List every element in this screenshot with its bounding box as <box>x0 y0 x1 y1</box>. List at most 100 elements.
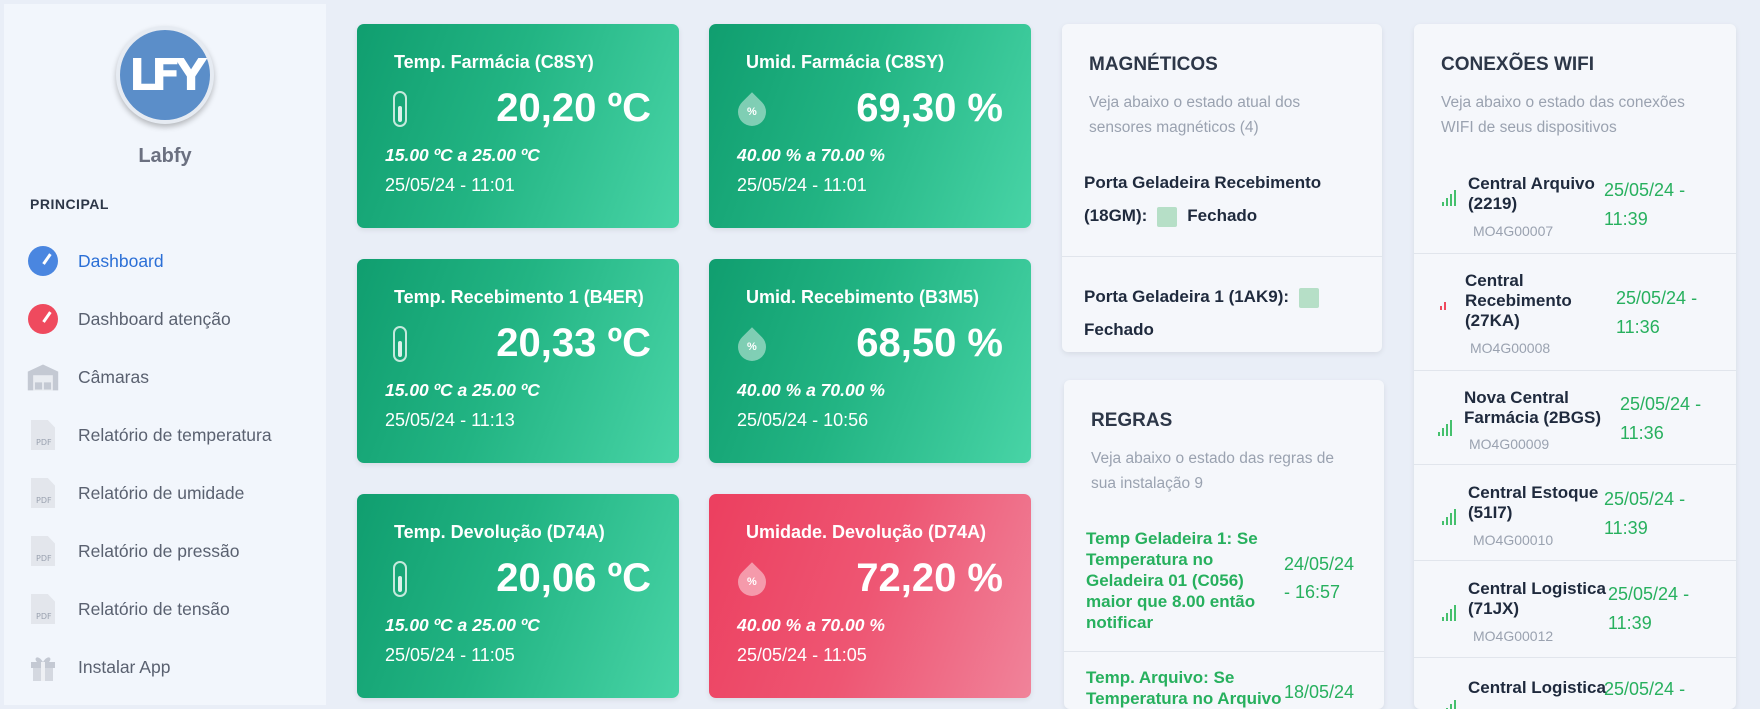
regras-panel: REGRAS Veja abaixo o estado das regras d… <box>1064 380 1384 709</box>
rule-date-line: - 16:57 <box>1284 582 1341 602</box>
card-timestamp: 25/05/24 - 11:13 <box>385 410 515 430</box>
gift-icon <box>26 650 60 684</box>
logo-text: LFY <box>129 49 207 101</box>
panel-subtitle: WIFI de seus dispositivos <box>1441 119 1617 136</box>
wifi-device-name[interactable]: Central Logistica (71JX) <box>1468 579 1606 619</box>
panel-subtitle: sensores magnéticos (4) <box>1089 119 1259 136</box>
gauge-blue-icon <box>26 244 60 278</box>
wifi-last-seen: 25/05/24 - 11:39 <box>1604 176 1685 234</box>
panel-subtitle: sua instalação 9 <box>1091 475 1204 492</box>
sidebar-item-relatorio-temperatura[interactable]: Relatório de temperatura <box>26 415 316 455</box>
card-range: 15.00 ºC a 25.00 ºC <box>385 145 540 165</box>
pdf-icon <box>26 534 60 568</box>
wifi-device-name[interactable]: Nova Central Farmácia (2BGS) <box>1464 388 1601 428</box>
wifi-date-line: 11:39 <box>1604 518 1648 538</box>
wifi-date-line: 11:39 <box>1608 613 1652 633</box>
wifi-device-id: MO4G00009 <box>1469 436 1550 452</box>
sidebar-item-camaras[interactable]: Câmaras <box>26 357 316 397</box>
sensor-card[interactable]: Temp. Farmácia (C8SY) 20,20 ºC 15.00 ºC … <box>357 24 679 228</box>
card-range: 15.00 ºC a 25.00 ºC <box>385 380 540 400</box>
card-title: Umid. Recebimento (B3M5) <box>746 287 980 307</box>
sidebar-item-dashboard[interactable]: Dashboard <box>26 241 316 281</box>
humidity-drop-icon: % <box>732 323 772 367</box>
card-value: 68,50 % <box>856 321 1003 365</box>
thermometer-icon <box>385 323 415 365</box>
door-icon <box>1157 206 1178 227</box>
wifi-panel: CONEXÕES WIFI Veja abaixo o estado das c… <box>1414 24 1736 709</box>
wifi-date-line: 11:39 <box>1604 209 1648 229</box>
card-range: 15.00 ºC a 25.00 ºC <box>385 615 540 635</box>
sidebar-item-relatorio-umidade[interactable]: Relatório de umidade <box>26 473 316 513</box>
wifi-device-name[interactable]: Central Recebimento (27KA) <box>1465 271 1572 331</box>
panel-subtitle: Veja abaixo o estado das conexões <box>1441 94 1685 111</box>
rule-item[interactable]: Temp. Arquivo: Se Temperatura no Arquivo <box>1086 667 1282 709</box>
rule-text-line: Temp. Arquivo: Se <box>1086 668 1235 687</box>
sidebar-item-dashboard-atencao[interactable]: Dashboard atenção <box>26 299 316 339</box>
wifi-date-line: 25/05/24 - <box>1620 394 1702 414</box>
sensor-card[interactable]: Umid. Farmácia (C8SY) % 69,30 % 40.00 % … <box>709 24 1031 228</box>
sidebar-item-label: Relatório de pressão <box>78 540 240 561</box>
divider <box>1062 256 1382 257</box>
rule-text-line: maior que 8.00 então <box>1086 592 1256 611</box>
rule-date-line: 18/05/24 <box>1284 682 1355 702</box>
card-range: 40.00 % a 70.00 % <box>737 145 885 165</box>
panel-title: REGRAS <box>1091 410 1173 431</box>
sidebar-item-label: Dashboard <box>78 250 164 271</box>
wifi-date-line: 25/05/24 - <box>1608 584 1690 604</box>
rule-date: 18/05/24 <box>1284 678 1354 706</box>
wifi-last-seen: 25/05/24 - 11:39 <box>1604 485 1685 543</box>
sensor-card-alert[interactable]: Umidade. Devolução (D74A) % 72,20 % 40.0… <box>709 494 1031 698</box>
sensor-card[interactable]: Temp. Devolução (D74A) 20,06 ºC 15.00 ºC… <box>357 494 679 698</box>
signal-icon <box>1438 420 1458 436</box>
panel-subtitle: Veja abaixo o estado atual dos <box>1089 94 1301 111</box>
wifi-name-line: (71JX) <box>1468 599 1520 618</box>
wifi-date-line: 25/05/24 - <box>1616 288 1698 308</box>
sensor-card[interactable]: Temp. Recebimento 1 (B4ER) 20,33 ºC 15.0… <box>357 259 679 463</box>
card-value: 20,06 ºC <box>496 556 651 600</box>
wifi-device-id: MO4G00010 <box>1473 532 1554 548</box>
sidebar-item-instalar-app[interactable]: Instalar App <box>26 647 316 687</box>
company-logo[interactable]: LFY <box>116 26 214 124</box>
wifi-device-name[interactable]: Central Estoque (51I7) <box>1468 483 1598 523</box>
humidity-drop-icon: % <box>732 558 772 602</box>
magnetic-sensor-state: Fechado <box>1187 206 1258 225</box>
wifi-name-line: (27KA) <box>1465 311 1520 330</box>
sidebar-item-relatorio-pressao[interactable]: Relatório de pressão <box>26 531 316 571</box>
humidity-drop-icon: % <box>732 88 772 132</box>
sidebar-item-label: Relatório de temperatura <box>78 424 272 445</box>
sidebar-item-label: Relatório de tensão <box>78 598 230 619</box>
magnetic-sensor-item[interactable]: Porta Geladeira Recebimento (18GM): Fecha… <box>1084 166 1321 232</box>
magnetic-sensor-name: Porta Geladeira 1 (1AK9): <box>1084 287 1290 306</box>
wifi-name-line: (2219) <box>1468 194 1518 213</box>
sidebar-item-label: Relatório de umidade <box>78 482 245 503</box>
card-timestamp: 25/05/24 - 11:01 <box>737 175 867 195</box>
signal-icon <box>1442 700 1462 709</box>
sidebar: LFY Labfy PRINCIPAL Dashboard Dashboard … <box>4 4 326 705</box>
wifi-date-line: 11:36 <box>1620 423 1664 443</box>
magnetic-sensor-name: Porta Geladeira Recebimento <box>1084 173 1322 192</box>
brand-name: Labfy <box>138 145 192 167</box>
wifi-device-name[interactable]: Central Arquivo (2219) <box>1468 174 1595 214</box>
signal-weak-icon <box>1440 294 1460 310</box>
magnetic-sensor-item[interactable]: Porta Geladeira 1 (1AK9): Fechado <box>1084 280 1329 346</box>
sensor-card[interactable]: Umid. Recebimento (B3M5) % 68,50 % 40.00… <box>709 259 1031 463</box>
wifi-name-line: Central Estoque <box>1468 483 1599 502</box>
rule-text-line: Temp Geladeira 1: Se <box>1086 529 1258 548</box>
magnetic-sensor-state: Fechado <box>1084 320 1154 339</box>
rule-text-line: notificar <box>1086 613 1154 632</box>
signal-icon <box>1442 605 1462 621</box>
wifi-last-seen: 25/05/24 - 11:36 <box>1616 284 1697 342</box>
card-title: Temp. Farmácia (C8SY) <box>394 52 594 72</box>
sidebar-item-label: Câmaras <box>78 366 149 387</box>
wifi-name-line: (51I7) <box>1468 503 1513 522</box>
wifi-device-name[interactable]: Central Logistica <box>1468 678 1606 698</box>
rule-item[interactable]: Temp Geladeira 1: Se Temperatura no Gela… <box>1086 528 1282 633</box>
wifi-date-line: 25/05/24 - <box>1604 679 1686 699</box>
sidebar-item-relatorio-tensao[interactable]: Relatório de tensão <box>26 589 316 629</box>
card-range: 40.00 % a 70.00 % <box>737 615 885 635</box>
card-timestamp: 25/05/24 - 11:05 <box>385 645 515 665</box>
divider <box>1064 651 1384 652</box>
card-timestamp: 25/05/24 - 10:56 <box>737 410 869 430</box>
card-value: 69,30 % <box>856 86 1003 130</box>
wifi-name-line: Central Logistica <box>1468 579 1606 598</box>
